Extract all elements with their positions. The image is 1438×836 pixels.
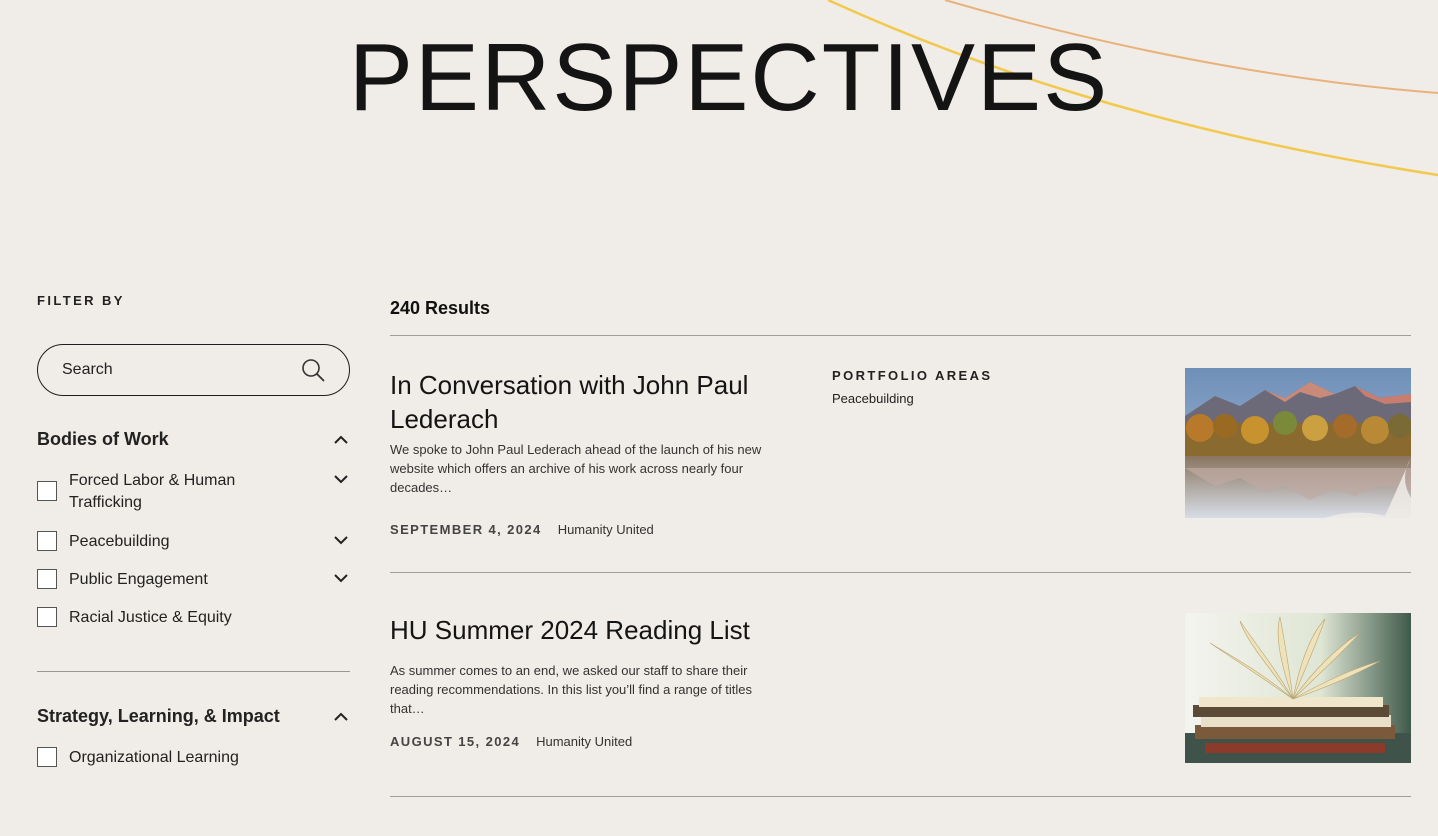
chevron-up-icon[interactable] — [332, 431, 350, 449]
results-count: 240 Results — [390, 298, 491, 318]
filter-by-label: FILTER BY — [37, 293, 125, 308]
search-icon[interactable] — [301, 358, 325, 382]
portfolio-areas-label: PORTFOLIO AREAS — [832, 368, 993, 383]
portfolio-areas: PORTFOLIO AREAS Peacebuilding — [832, 368, 992, 406]
chevron-down-icon[interactable] — [332, 531, 350, 549]
portfolio-areas-value: Peacebuilding — [832, 391, 914, 406]
results-list: 240 Results In Conversation with John Pa… — [390, 298, 1411, 797]
result-title[interactable]: In Conversation with John Paul Lederach — [390, 368, 800, 436]
checkbox-racial-justice[interactable] — [37, 607, 57, 627]
open-books-image[interactable] — [1185, 613, 1411, 763]
search-input[interactable] — [62, 361, 301, 379]
checkbox-forced-labor[interactable] — [37, 481, 57, 501]
result-excerpt: As summer comes to an end, we asked our … — [390, 663, 753, 716]
result-excerpt: We spoke to John Paul Lederach ahead of … — [390, 442, 762, 495]
checkbox-peacebuilding[interactable] — [37, 531, 57, 551]
result-author: Humanity United — [557, 522, 654, 537]
chevron-down-icon[interactable] — [332, 569, 350, 587]
chevron-up-icon[interactable] — [332, 708, 350, 726]
page-title: PERSPECTIVES — [348, 24, 1110, 131]
filter-option-label: Racial Justice & Equity — [69, 609, 232, 626]
search-box[interactable] — [37, 344, 350, 396]
filter-option-racial-justice: Racial Justice & Equity — [37, 607, 350, 629]
filter-option-peacebuilding: Peacebuilding — [37, 531, 350, 553]
checkbox-public-engagement[interactable] — [37, 569, 57, 589]
section-bodies-of-work[interactable]: Bodies of Work — [37, 429, 350, 450]
result-meta: SEPTEMBER 4, 2024 Humanity United — [390, 522, 654, 537]
filter-option-label: Organizational Learning — [69, 749, 239, 766]
result-meta: AUGUST 15, 2024 Humanity United — [390, 734, 632, 749]
mountain-lake-image[interactable] — [1185, 368, 1411, 518]
result-title[interactable]: HU Summer 2024 Reading List — [390, 613, 800, 647]
result-card[interactable]: HU Summer 2024 Reading List As summer co… — [390, 573, 1411, 796]
section-title: Strategy, Learning, & Impact — [37, 706, 280, 726]
section-divider — [37, 671, 350, 672]
filter-option-public-engagement: Public Engagement — [37, 569, 350, 591]
checkbox-organizational-learning[interactable] — [37, 747, 57, 767]
filter-option-organizational-learning: Organizational Learning — [37, 747, 350, 769]
result-date: SEPTEMBER 4, 2024 — [390, 522, 542, 537]
filter-sidebar: FILTER BY Bodies of Work Forced Labor & … — [37, 293, 350, 769]
filter-option-forced-labor: Forced Labor & Human Trafficking — [37, 470, 350, 514]
filter-option-label: Peacebuilding — [69, 533, 170, 550]
filter-option-label: Public Engagement — [69, 571, 208, 588]
section-strategy-learning-impact[interactable]: Strategy, Learning, & Impact — [37, 706, 350, 727]
chevron-down-icon[interactable] — [332, 470, 350, 488]
result-card[interactable]: In Conversation with John Paul Lederach … — [390, 336, 1411, 572]
results-divider — [390, 796, 1411, 797]
result-date: AUGUST 15, 2024 — [390, 734, 521, 749]
filter-option-label: Forced Labor & Human Trafficking — [69, 472, 236, 511]
result-author: Humanity United — [536, 734, 633, 749]
section-title: Bodies of Work — [37, 429, 169, 449]
